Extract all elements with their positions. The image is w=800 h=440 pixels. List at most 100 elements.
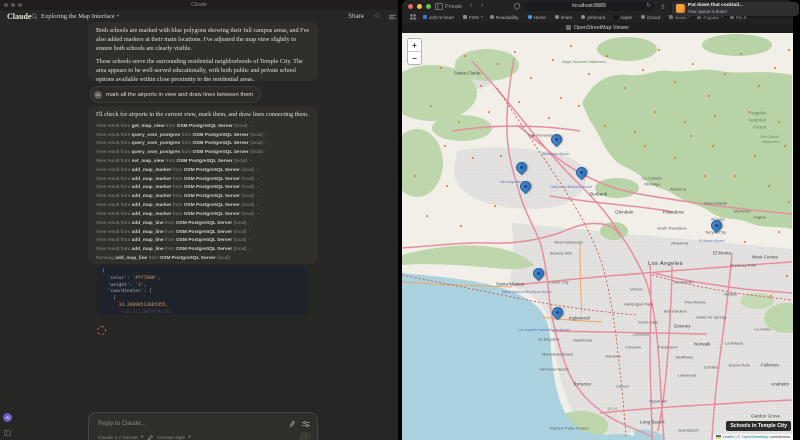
- zoom-out-button[interactable]: −: [408, 51, 421, 64]
- chat-bubble-icon: [31, 13, 38, 20]
- chat-title[interactable]: Exploring the Map Interface▾: [41, 13, 119, 20]
- poi-dot: [606, 55, 608, 57]
- map-label: Hermosa Beach: [540, 367, 569, 372]
- tool-result-row[interactable]: View result from add_map_line from OSM P…: [96, 246, 310, 255]
- map-label: Hawthorne: [573, 338, 592, 343]
- bookmark-label: pinboard: [587, 15, 605, 20]
- privacy-shield-icon[interactable]: [514, 3, 520, 10]
- zoom-in-button[interactable]: +: [408, 39, 421, 51]
- map-label: Long Beach: [640, 420, 665, 425]
- bookmark-item[interactable]: share: [555, 15, 575, 20]
- bookmark-item[interactable]: Home: [528, 15, 548, 20]
- from-label: from: [165, 230, 175, 235]
- map-label: Torrance: [573, 382, 591, 387]
- tool-result-row[interactable]: View result from add_map_marker from OSM…: [96, 193, 310, 202]
- bookmark-item[interactable]: Apple: [614, 15, 634, 20]
- tool-result-row[interactable]: View result from query_osm_postgres from…: [96, 149, 310, 158]
- claude-logo[interactable]: Claude: [7, 12, 31, 21]
- map-canvas[interactable]: Santa ClaritaMagic Mountain WildernessAn…: [402, 33, 793, 440]
- ukraine-flag-icon: [716, 435, 721, 439]
- chevron-right-icon: ›: [257, 212, 259, 217]
- tool-result-row[interactable]: View result from add_map_marker from OSM…: [96, 184, 310, 193]
- address-bar[interactable]: localhost:8889 ↻: [524, 2, 654, 11]
- style-selector[interactable]: Choose style ▾: [157, 434, 190, 440]
- chevron-right-icon: ›: [250, 238, 252, 243]
- poi-dot: [480, 85, 482, 87]
- map-label: Compton: [625, 345, 641, 350]
- share-button[interactable]: Share: [348, 14, 364, 20]
- map-label: Culver City: [549, 280, 569, 285]
- server-name: OSM PostgreSQL Server: [192, 150, 248, 155]
- tool-result-row[interactable]: View result from set_map_view from OSM P…: [96, 158, 310, 167]
- bookmark-item[interactable]: FWS▾: [463, 15, 483, 20]
- tab-openstreetmap-viewer[interactable]: OpenStreetMap Viewer: [574, 25, 629, 31]
- tool-result-row[interactable]: View result from add_map_line from OSM P…: [96, 237, 310, 246]
- from-label: from: [173, 212, 183, 217]
- history-menu-icon[interactable]: [389, 14, 396, 20]
- poi-dot: [440, 67, 442, 69]
- sidebar-toggle-icon[interactable]: [4, 430, 11, 436]
- zoom-window-button[interactable]: [426, 4, 431, 9]
- poi-dot: [514, 51, 516, 53]
- osm-link[interactable]: OpenStreetMap: [742, 435, 769, 439]
- chat-title-text: Exploring the Map Interface: [41, 13, 115, 20]
- map-label: Downey: [674, 324, 691, 329]
- map-label: El Segundo: [539, 337, 560, 342]
- notification-banner[interactable]: Put down that cocktail... Your queue is …: [672, 2, 799, 17]
- view-result-label: View result from: [96, 238, 130, 243]
- tool-name: add_map_marker: [132, 203, 172, 208]
- bookmark-item[interactable]: Readability: [490, 15, 521, 20]
- poi-dot: [426, 215, 428, 217]
- chevron-right-icon: ›: [250, 230, 252, 235]
- reload-icon[interactable]: ↻: [646, 3, 651, 9]
- star-icon[interactable]: ☆: [374, 12, 380, 20]
- tool-name: add_map_line: [132, 221, 164, 226]
- forward-button[interactable]: ›: [481, 2, 483, 9]
- map-label: Duarte: [754, 215, 766, 220]
- send-button[interactable]: ↑: [300, 432, 311, 440]
- tool-result-row[interactable]: View result from query_osm_postgres from…: [96, 132, 310, 141]
- tool-result-row[interactable]: View result from query_osm_postgres from…: [96, 140, 310, 149]
- attach-paperclip-icon[interactable]: [289, 420, 296, 428]
- map-label: Flintridge: [644, 182, 660, 187]
- close-window-button[interactable]: [408, 4, 413, 9]
- map-label: Beverly Hills: [550, 251, 572, 256]
- tool-name: add_map_line: [132, 238, 164, 243]
- scope-label: (local): [250, 150, 263, 155]
- bookmark-item[interactable]: iCloud: [641, 15, 662, 20]
- bookmark-label: iCloud: [647, 15, 660, 20]
- tool-result-row[interactable]: View result from add_map_marker from OSM…: [96, 211, 310, 220]
- tool-result-row[interactable]: View result from get_map_view from OSM P…: [96, 123, 310, 132]
- reply-input[interactable]: Reply to Claude...: [98, 421, 146, 427]
- bookmarks-grid-icon[interactable]: [410, 14, 416, 20]
- tool-result-row[interactable]: View result from add_map_line from OSM P…: [96, 229, 310, 238]
- poi-dot: [708, 95, 710, 97]
- map-label: Garden Grove: [751, 414, 780, 419]
- map-label: SR-91: [607, 407, 617, 411]
- profile-avatar[interactable]: JM: [3, 413, 12, 422]
- back-button[interactable]: ‹: [470, 2, 472, 9]
- bookmark-favicon: [463, 15, 467, 19]
- tool-result-row[interactable]: View result from add_map_line from OSM P…: [96, 220, 310, 229]
- tool-name: add_map_marker: [132, 212, 172, 217]
- server-name: OSM PostgreSQL Server: [160, 256, 216, 261]
- tool-input-code-block[interactable]: { 'color': '#ff7800', 'weight': '3', 'co…: [97, 266, 307, 315]
- bookmark-item[interactable]: pinboard: [581, 15, 607, 20]
- poi-dot: [654, 111, 656, 113]
- map-label: Angeles: [750, 111, 767, 116]
- leaflet-link[interactable]: Leaflet: [723, 435, 734, 439]
- poi-dot: [560, 97, 562, 99]
- reply-composer[interactable]: Reply to Claude... Claude 3.7 Sonnet ▾ C…: [88, 412, 318, 440]
- bookmark-item[interactable]: John's heart: [423, 15, 456, 20]
- map-label: Vernon: [630, 287, 643, 292]
- settings-sliders-icon[interactable]: [302, 420, 310, 428]
- tool-result-row[interactable]: View result from add_map_marker from OSM…: [96, 176, 310, 185]
- poi-dot: [472, 157, 474, 159]
- browser-sidebar-icon[interactable]: [435, 3, 443, 10]
- minimize-window-button[interactable]: [417, 4, 422, 9]
- assistant-paragraph: Both schools are marked with blue polygo…: [96, 27, 310, 53]
- model-selector[interactable]: Claude 3.7 Sonnet ▾: [98, 434, 143, 440]
- tool-result-row[interactable]: View result from add_map_marker from OSM…: [96, 167, 310, 176]
- tool-result-row[interactable]: View result from add_map_marker from OSM…: [96, 202, 310, 211]
- browser-share-icon[interactable]: ⇧: [660, 3, 665, 11]
